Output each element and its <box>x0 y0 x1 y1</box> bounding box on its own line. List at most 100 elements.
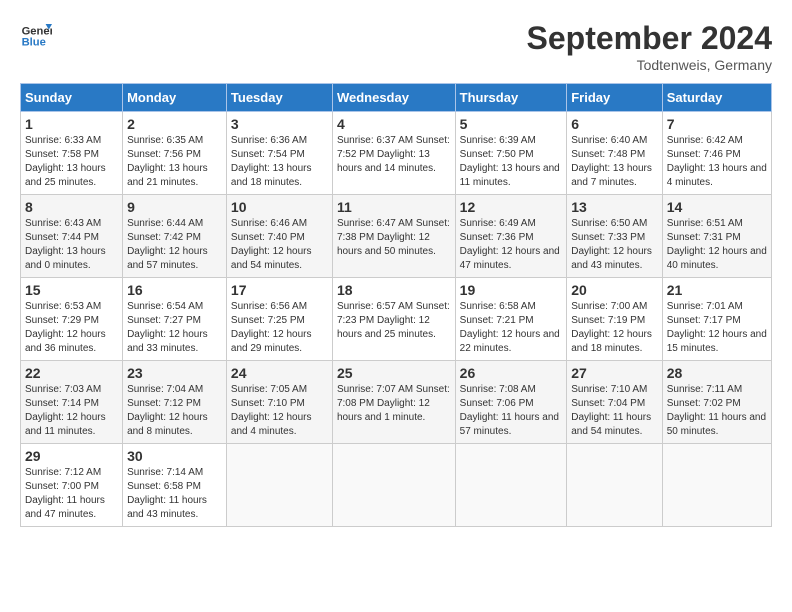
month-title: September 2024 <box>527 20 772 57</box>
day-info: Sunrise: 7:00 AM Sunset: 7:19 PM Dayligh… <box>571 300 658 356</box>
day-number: 24 <box>231 365 328 381</box>
calendar-cell: 5Sunrise: 6:39 AM Sunset: 7:50 PM Daylig… <box>455 112 567 195</box>
day-number: 10 <box>231 199 328 215</box>
calendar-cell: 16Sunrise: 6:54 AM Sunset: 7:27 PM Dayli… <box>123 278 227 361</box>
col-header-thursday: Thursday <box>455 84 567 112</box>
day-number: 28 <box>667 365 767 381</box>
day-info: Sunrise: 7:08 AM Sunset: 7:06 PM Dayligh… <box>460 383 563 439</box>
day-number: 22 <box>25 365 118 381</box>
logo-icon: General Blue <box>20 20 52 52</box>
calendar-week-5: 29Sunrise: 7:12 AM Sunset: 7:00 PM Dayli… <box>21 444 772 527</box>
calendar-cell: 9Sunrise: 6:44 AM Sunset: 7:42 PM Daylig… <box>123 195 227 278</box>
calendar-cell: 1Sunrise: 6:33 AM Sunset: 7:58 PM Daylig… <box>21 112 123 195</box>
col-header-sunday: Sunday <box>21 84 123 112</box>
calendar-week-1: 1Sunrise: 6:33 AM Sunset: 7:58 PM Daylig… <box>21 112 772 195</box>
day-number: 3 <box>231 116 328 132</box>
day-number: 8 <box>25 199 118 215</box>
calendar-cell: 4 Sunrise: 6:37 AM Sunset: 7:52 PM Daylig… <box>332 112 455 195</box>
calendar-cell: 17Sunrise: 6:56 AM Sunset: 7:25 PM Dayli… <box>226 278 332 361</box>
calendar-week-4: 22 Sunrise: 7:03 AM Sunset: 7:14 PM Dayli… <box>21 361 772 444</box>
title-block: September 2024 Todtenweis, Germany <box>527 20 772 73</box>
col-header-tuesday: Tuesday <box>226 84 332 112</box>
day-number: 14 <box>667 199 767 215</box>
calendar-cell: 25 Sunrise: 7:07 AM Sunset: 7:08 PM Dayli… <box>332 361 455 444</box>
calendar-cell: 11 Sunrise: 6:47 AM Sunset: 7:38 PM Dayli… <box>332 195 455 278</box>
calendar-cell <box>455 444 567 527</box>
calendar-cell <box>226 444 332 527</box>
col-header-saturday: Saturday <box>662 84 771 112</box>
day-info: Sunrise: 7:04 AM Sunset: 7:12 PM Dayligh… <box>127 383 222 439</box>
calendar-cell <box>662 444 771 527</box>
day-info: Sunrise: 6:36 AM Sunset: 7:54 PM Dayligh… <box>231 134 328 190</box>
day-info: Sunrise: 7:03 AM Sunset: 7:14 PM Dayligh… <box>25 383 118 439</box>
calendar-cell: 2Sunrise: 6:35 AM Sunset: 7:56 PM Daylig… <box>123 112 227 195</box>
day-info: Sunrise: 6:50 AM Sunset: 7:33 PM Dayligh… <box>571 217 658 273</box>
day-info: Sunrise: 6:40 AM Sunset: 7:48 PM Dayligh… <box>571 134 658 190</box>
day-number: 30 <box>127 448 222 464</box>
calendar-table: SundayMondayTuesdayWednesdayThursdayFrid… <box>20 83 772 527</box>
day-info: Sunrise: 6:54 AM Sunset: 7:27 PM Dayligh… <box>127 300 222 356</box>
day-number: 15 <box>25 282 118 298</box>
day-info: Sunrise: 6:43 AM Sunset: 7:44 PM Dayligh… <box>25 217 118 273</box>
calendar-cell: 27Sunrise: 7:10 AM Sunset: 7:04 PM Dayli… <box>567 361 663 444</box>
calendar-cell: 21Sunrise: 7:01 AM Sunset: 7:17 PM Dayli… <box>662 278 771 361</box>
day-number: 26 <box>460 365 563 381</box>
calendar-cell: 29Sunrise: 7:12 AM Sunset: 7:00 PM Dayli… <box>21 444 123 527</box>
day-number: 19 <box>460 282 563 298</box>
day-info: Sunrise: 7:14 AM Sunset: 6:58 PM Dayligh… <box>127 466 222 522</box>
calendar-cell <box>332 444 455 527</box>
header-row: SundayMondayTuesdayWednesdayThursdayFrid… <box>21 84 772 112</box>
calendar-cell: 10 Sunrise: 6:46 AM Sunset: 7:40 PM Dayli… <box>226 195 332 278</box>
day-info: Sunrise: 7:07 AM Sunset: 7:08 PM Dayligh… <box>337 383 451 425</box>
calendar-cell: 26 Sunrise: 7:08 AM Sunset: 7:06 PM Dayli… <box>455 361 567 444</box>
calendar-cell: 8 Sunrise: 6:43 AM Sunset: 7:44 PM Daylig… <box>21 195 123 278</box>
location-subtitle: Todtenweis, Germany <box>527 57 772 73</box>
day-info: Sunrise: 6:46 AM Sunset: 7:40 PM Dayligh… <box>231 217 328 273</box>
day-number: 12 <box>460 199 563 215</box>
col-header-friday: Friday <box>567 84 663 112</box>
day-number: 13 <box>571 199 658 215</box>
day-number: 4 <box>337 116 451 132</box>
day-info: Sunrise: 7:12 AM Sunset: 7:00 PM Dayligh… <box>25 466 118 522</box>
calendar-cell: 30 Sunrise: 7:14 AM Sunset: 6:58 PM Dayli… <box>123 444 227 527</box>
day-info: Sunrise: 6:47 AM Sunset: 7:38 PM Dayligh… <box>337 217 451 259</box>
calendar-cell: 13 Sunrise: 6:50 AM Sunset: 7:33 PM Dayli… <box>567 195 663 278</box>
calendar-cell: 22 Sunrise: 7:03 AM Sunset: 7:14 PM Dayli… <box>21 361 123 444</box>
day-number: 23 <box>127 365 222 381</box>
calendar-cell: 6Sunrise: 6:40 AM Sunset: 7:48 PM Daylig… <box>567 112 663 195</box>
day-info: Sunrise: 6:42 AM Sunset: 7:46 PM Dayligh… <box>667 134 767 190</box>
page-header: General Blue September 2024 Todtenweis, … <box>20 20 772 73</box>
calendar-cell: 7 Sunrise: 6:42 AM Sunset: 7:46 PM Daylig… <box>662 112 771 195</box>
day-info: Sunrise: 6:57 AM Sunset: 7:23 PM Dayligh… <box>337 300 451 342</box>
day-info: Sunrise: 6:39 AM Sunset: 7:50 PM Dayligh… <box>460 134 563 190</box>
day-number: 11 <box>337 199 451 215</box>
day-number: 9 <box>127 199 222 215</box>
calendar-cell: 12 Sunrise: 6:49 AM Sunset: 7:36 PM Dayli… <box>455 195 567 278</box>
day-info: Sunrise: 6:37 AM Sunset: 7:52 PM Dayligh… <box>337 134 451 176</box>
calendar-week-3: 15 Sunrise: 6:53 AM Sunset: 7:29 PM Dayli… <box>21 278 772 361</box>
day-info: Sunrise: 7:01 AM Sunset: 7:17 PM Dayligh… <box>667 300 767 356</box>
calendar-cell: 15 Sunrise: 6:53 AM Sunset: 7:29 PM Dayli… <box>21 278 123 361</box>
day-number: 7 <box>667 116 767 132</box>
day-info: Sunrise: 7:05 AM Sunset: 7:10 PM Dayligh… <box>231 383 328 439</box>
day-number: 25 <box>337 365 451 381</box>
day-info: Sunrise: 6:53 AM Sunset: 7:29 PM Dayligh… <box>25 300 118 356</box>
calendar-cell: 20Sunrise: 7:00 AM Sunset: 7:19 PM Dayli… <box>567 278 663 361</box>
svg-text:Blue: Blue <box>22 37 46 49</box>
logo: General Blue <box>20 20 52 52</box>
calendar-cell: 19 Sunrise: 6:58 AM Sunset: 7:21 PM Dayli… <box>455 278 567 361</box>
col-header-wednesday: Wednesday <box>332 84 455 112</box>
calendar-cell: 18 Sunrise: 6:57 AM Sunset: 7:23 PM Dayli… <box>332 278 455 361</box>
calendar-cell <box>567 444 663 527</box>
day-info: Sunrise: 6:49 AM Sunset: 7:36 PM Dayligh… <box>460 217 563 273</box>
col-header-monday: Monday <box>123 84 227 112</box>
day-info: Sunrise: 6:35 AM Sunset: 7:56 PM Dayligh… <box>127 134 222 190</box>
calendar-cell: 23 Sunrise: 7:04 AM Sunset: 7:12 PM Dayli… <box>123 361 227 444</box>
day-number: 18 <box>337 282 451 298</box>
calendar-cell: 14Sunrise: 6:51 AM Sunset: 7:31 PM Dayli… <box>662 195 771 278</box>
day-info: Sunrise: 6:58 AM Sunset: 7:21 PM Dayligh… <box>460 300 563 356</box>
day-info: Sunrise: 7:11 AM Sunset: 7:02 PM Dayligh… <box>667 383 767 439</box>
calendar-cell: 3 Sunrise: 6:36 AM Sunset: 7:54 PM Daylig… <box>226 112 332 195</box>
day-info: Sunrise: 6:33 AM Sunset: 7:58 PM Dayligh… <box>25 134 118 190</box>
day-info: Sunrise: 7:10 AM Sunset: 7:04 PM Dayligh… <box>571 383 658 439</box>
